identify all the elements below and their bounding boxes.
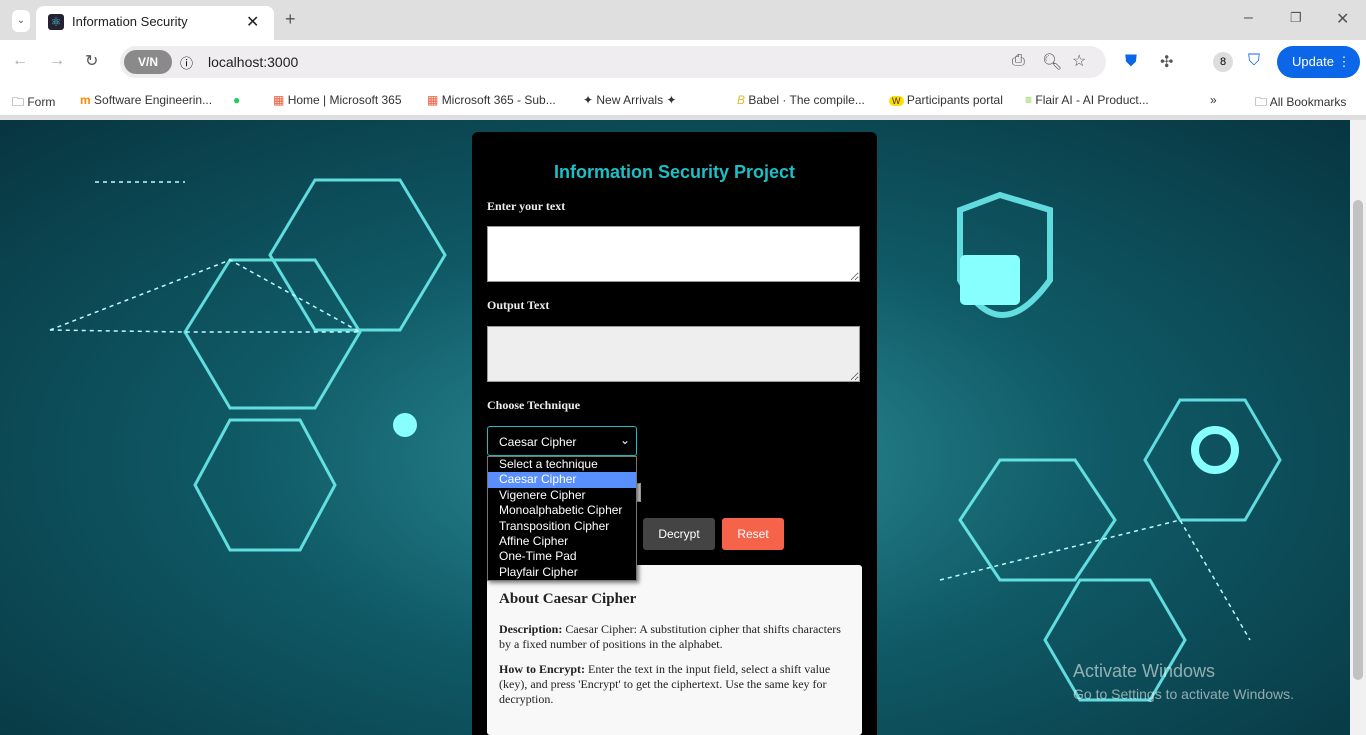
restore-button[interactable]: ❐ [1290,10,1302,26]
chevron-down-icon: ⌄ [619,433,630,447]
tab-bar: ⌄ ⚛ Information Security ✕ + – ❐ ✕ [0,0,1366,40]
reload-icon[interactable]: ↻ [85,51,98,71]
vpn-shield-icon[interactable]: ⛊ [1125,53,1137,71]
technique-select[interactable]: Caesar Cipher ⌄ [487,426,637,456]
shield-check-icon[interactable]: ⛉ [1248,52,1260,70]
address-bar-row: ← → ↻ V/N ⓘ localhost:3000 ⎙ 🔍︎ ☆ ⛊ ✣ 8 … [0,40,1366,86]
decrypt-button[interactable]: Decrypt [643,518,715,550]
install-icon[interactable]: ⎙ [1012,52,1025,70]
back-icon[interactable]: ← [12,52,28,70]
about-description: Description: Caesar Cipher: A substituti… [499,622,850,652]
about-title: About Caesar Cipher [499,591,637,607]
option-vigenere[interactable]: Vigenere Cipher [488,488,636,503]
bookmark-label: New Arrivals [596,93,664,107]
all-bookmarks[interactable]: 🗀 All Bookmarks [1255,93,1346,114]
selected-technique: Caesar Cipher [499,435,577,449]
more-bookmarks-icon[interactable]: » [1210,93,1217,107]
option-playfair[interactable]: Playfair Cipher [488,565,636,580]
bookmark-form[interactable]: 🗀 Form [12,93,55,114]
bookmark-label: Microsoft 365 - Sub... [441,93,556,107]
option-select[interactable]: Select a technique [488,457,636,472]
tab-title: Information Security [72,14,188,29]
bookmark-label: Participants portal [906,93,1003,107]
zoom-icon[interactable]: 🔍︎ [1042,52,1062,72]
profile-icon[interactable]: 8 [1213,52,1233,72]
bookmark-new-arrivals[interactable]: ✦ New Arrivals ✦ [583,93,676,107]
react-icon: ⚛ [48,14,64,30]
option-affine[interactable]: Affine Cipher [488,534,636,549]
input-text-field[interactable] [487,226,860,282]
url-text[interactable]: localhost:3000 [208,54,298,70]
extensions-icon[interactable]: ✣ [1160,52,1173,72]
option-one-time-pad[interactable]: One-Time Pad [488,549,636,564]
input-label: Enter your text [487,199,566,213]
minimize-button[interactable]: – [1244,9,1253,27]
bookmark-label: Home | Microsoft 365 [287,93,402,107]
output-text-field[interactable] [487,326,860,382]
output-label: Output Text [487,298,550,312]
activate-windows-title: Activate Windows [1073,661,1216,681]
bookmark-label: Flair AI - AI Product... [1035,93,1149,107]
bookmark-label: Babel · The compile... [748,93,865,107]
tab-search-button[interactable]: ⌄ [12,10,30,32]
activate-windows-subtitle: Go to Settings to activate Windows. [1073,686,1294,702]
bookmark-label: Form [27,95,56,109]
close-tab-icon[interactable]: ✕ [246,12,259,32]
bookmark-home-m365[interactable]: ▦ Home | Microsoft 365 [273,93,402,107]
bookmark-participants[interactable]: W Participants portal [889,93,1003,107]
option-transposition[interactable]: Transposition Cipher [488,519,636,534]
scrollbar-thumb[interactable] [1353,200,1363,680]
desc-label: Description: [499,622,563,636]
bookmark-babel[interactable]: B Babel · The compile... [737,93,865,107]
page-title: Information Security Project [553,162,796,182]
technique-label: Choose Technique [487,398,581,412]
reset-button[interactable]: Reset [722,518,784,550]
vpn-badge[interactable]: V/N [124,50,172,74]
update-label: Update [1292,54,1334,69]
forward-icon[interactable]: → [49,52,65,70]
bookmark-m365-sub[interactable]: ▦ Microsoft 365 - Sub... [427,93,556,107]
info-icon[interactable]: ⓘ [180,53,193,72]
microsoft-icon: ▦ [273,93,285,107]
bookmarks-bar: 🗀 Form m Software Engineerin... ● ▦ Home… [0,86,1366,116]
option-caesar[interactable]: Caesar Cipher [488,472,636,488]
bookmark-flair[interactable]: ≡ Flair AI - AI Product... [1025,93,1149,107]
update-button[interactable]: Update ⋮ [1277,46,1360,78]
bookmark-label: All Bookmarks [1269,95,1347,109]
how-label: How to Encrypt: [499,662,585,676]
bookmark-software-engineering[interactable]: m Software Engineerin... [80,93,212,107]
close-window-button[interactable]: ✕ [1336,9,1349,29]
bookmark-label: Software Engineerin... [94,93,213,107]
about-box: About Caesar Cipher Description: Caesar … [487,565,862,735]
tab-information-security[interactable]: ⚛ Information Security ✕ [36,6,274,40]
cipher-panel: Information Security Project Enter your … [472,132,877,735]
microsoft-icon: ▦ [427,93,439,107]
page-background: Information Security Project Enter your … [0,120,1350,735]
option-monoalphabetic[interactable]: Monoalphabetic Cipher [488,503,636,518]
whatsapp-icon[interactable]: ● [233,93,240,107]
omnibox[interactable]: V/N ⓘ localhost:3000 ⎙ 🔍︎ ☆ [120,46,1106,78]
about-how: How to Encrypt: Enter the text in the in… [499,662,850,707]
technique-dropdown: Select a technique Caesar Cipher Vigener… [487,456,637,582]
page-scrollbar[interactable] [1350,120,1366,735]
new-tab-button[interactable]: + [285,9,296,30]
star-icon[interactable]: ☆ [1072,51,1086,71]
